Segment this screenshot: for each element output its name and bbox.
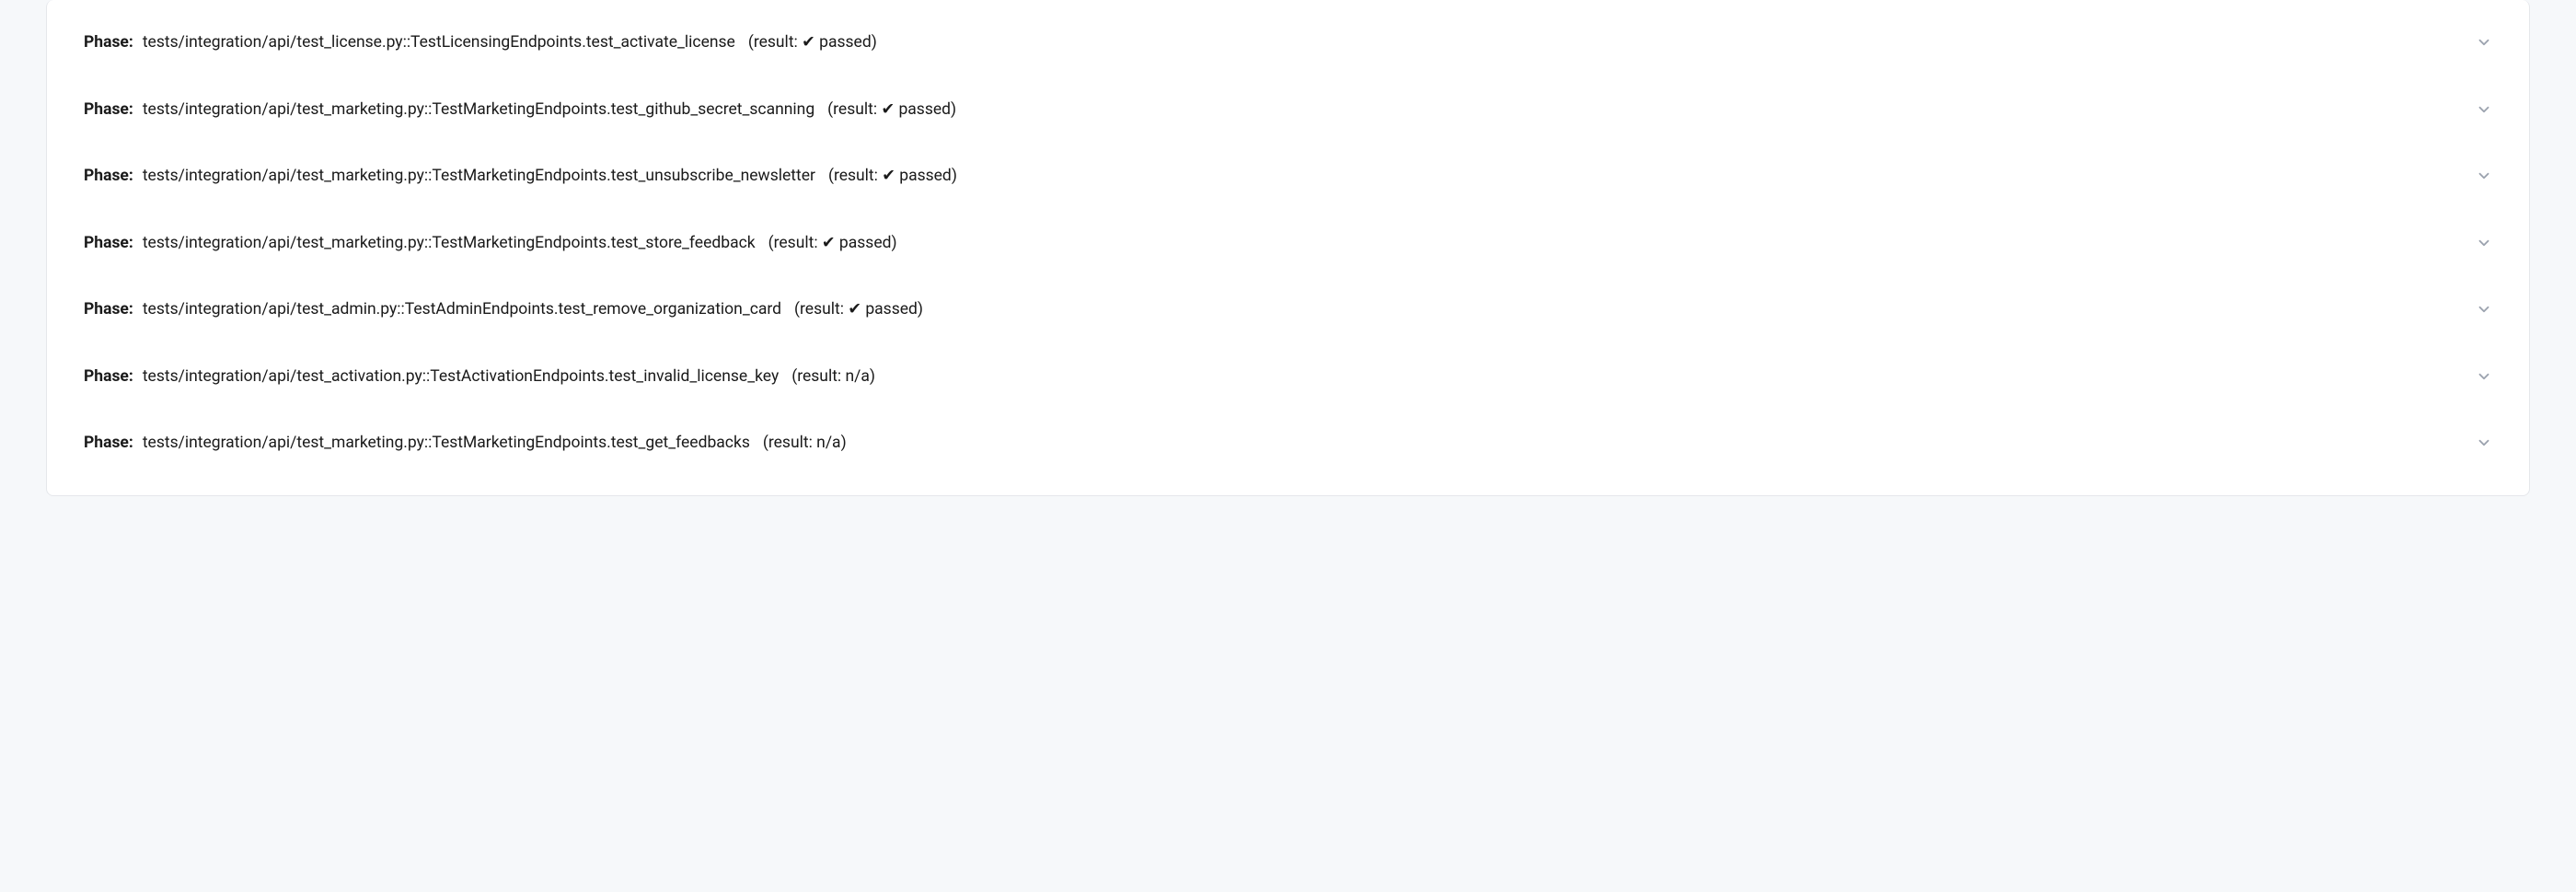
phase-content: Phase: tests/integration/api/test_license… (84, 31, 877, 54)
result-status: passed (861, 300, 918, 319)
checkmark-icon: ✔ (881, 100, 895, 119)
chevron-down-icon[interactable] (2476, 301, 2492, 318)
result-prefix: (result: (763, 434, 816, 452)
checkmark-icon: ✔ (822, 234, 836, 252)
result-suffix: ) (841, 434, 847, 452)
result-status: passed (815, 33, 872, 52)
phase-row[interactable]: Phase: tests/integration/api/test_admin.p… (47, 276, 2529, 343)
result-suffix: ) (951, 100, 956, 119)
result-suffix: ) (891, 234, 896, 252)
phase-label: Phase: (84, 98, 133, 122)
phase-label: Phase: (84, 165, 133, 188)
phase-label: Phase: (84, 432, 133, 455)
phase-test-name: tests/integration/api/test_license.py::T… (143, 31, 735, 54)
result-prefix: (result: (827, 100, 881, 119)
result-suffix: ) (918, 300, 923, 319)
phase-row[interactable]: Phase: tests/integration/api/test_marketi… (47, 143, 2529, 210)
result-status: passed (895, 167, 952, 185)
chevron-down-icon[interactable] (2476, 34, 2492, 51)
phase-test-name: tests/integration/api/test_marketing.py:… (143, 165, 815, 188)
chevron-down-icon[interactable] (2476, 235, 2492, 251)
phase-content: Phase: tests/integration/api/test_marketi… (84, 98, 956, 122)
result-suffix: ) (872, 33, 877, 52)
checkmark-icon: ✔ (882, 167, 895, 185)
result-prefix: (result: (791, 367, 845, 386)
phase-list-container: Phase: tests/integration/api/test_license… (46, 0, 2530, 496)
phase-test-name: tests/integration/api/test_marketing.py:… (143, 98, 814, 122)
checkmark-icon: ✔ (802, 33, 815, 52)
phase-content: Phase: tests/integration/api/test_marketi… (84, 165, 957, 188)
phase-result: (result: ✔ passed) (768, 232, 897, 255)
result-suffix: ) (952, 167, 957, 185)
checkmark-icon: ✔ (848, 300, 861, 319)
result-prefix: (result: (794, 300, 848, 319)
phase-result: (result: ✔ passed) (748, 31, 877, 54)
result-prefix: (result: (768, 234, 822, 252)
phase-result: (result: n/a) (791, 365, 875, 388)
phase-result: (result: n/a) (763, 432, 847, 455)
result-suffix: ) (870, 367, 875, 386)
phase-row[interactable]: Phase: tests/integration/api/test_activat… (47, 343, 2529, 411)
chevron-down-icon[interactable] (2476, 168, 2492, 184)
phase-test-name: tests/integration/api/test_activation.py… (143, 365, 779, 388)
chevron-down-icon[interactable] (2476, 368, 2492, 385)
phase-content: Phase: tests/integration/api/test_activat… (84, 365, 875, 388)
phase-label: Phase: (84, 298, 133, 321)
phase-test-name: tests/integration/api/test_admin.py::Tes… (143, 298, 781, 321)
phase-label: Phase: (84, 232, 133, 255)
phase-test-name: tests/integration/api/test_marketing.py:… (143, 432, 750, 455)
phase-label: Phase: (84, 365, 133, 388)
phase-result: (result: ✔ passed) (827, 98, 956, 122)
phase-content: Phase: tests/integration/api/test_marketi… (84, 432, 847, 455)
result-status: passed (836, 234, 892, 252)
phase-row[interactable]: Phase: tests/integration/api/test_marketi… (47, 76, 2529, 144)
result-status: passed (895, 100, 951, 119)
phase-row[interactable]: Phase: tests/integration/api/test_marketi… (47, 410, 2529, 477)
phase-content: Phase: tests/integration/api/test_admin.p… (84, 298, 923, 321)
phase-row[interactable]: Phase: tests/integration/api/test_marketi… (47, 210, 2529, 277)
phase-content: Phase: tests/integration/api/test_marketi… (84, 232, 897, 255)
phase-result: (result: ✔ passed) (828, 165, 957, 188)
phase-result: (result: ✔ passed) (794, 298, 923, 321)
phase-label: Phase: (84, 31, 133, 54)
result-prefix: (result: (748, 33, 802, 52)
chevron-down-icon[interactable] (2476, 101, 2492, 118)
phase-row[interactable]: Phase: tests/integration/api/test_license… (47, 9, 2529, 76)
result-status: n/a (846, 367, 870, 386)
phase-test-name: tests/integration/api/test_marketing.py:… (143, 232, 756, 255)
result-prefix: (result: (828, 167, 882, 185)
chevron-down-icon[interactable] (2476, 434, 2492, 451)
result-status: n/a (816, 434, 840, 452)
